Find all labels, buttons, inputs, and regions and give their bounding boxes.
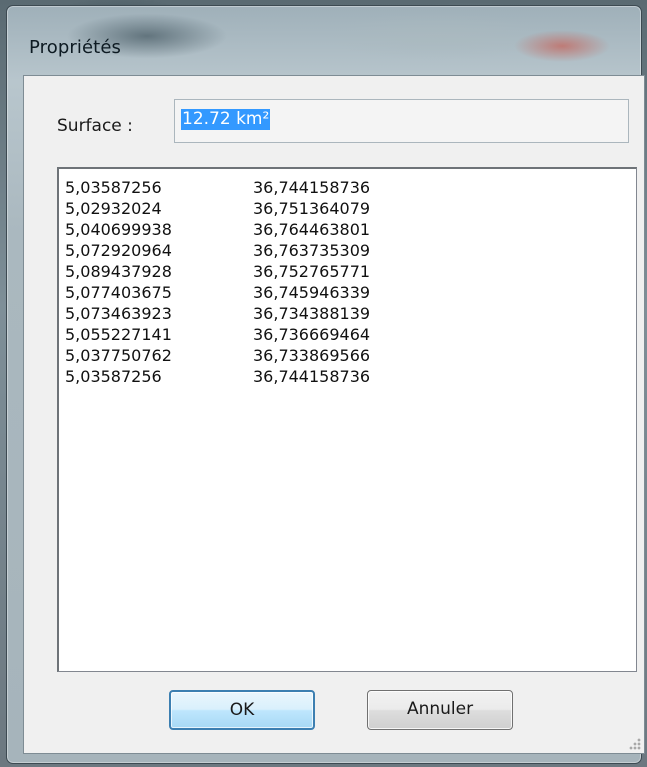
coordinate-x: 5,03587256	[65, 367, 162, 386]
coordinate-y: 36,736669464	[253, 325, 371, 344]
properties-dialog: Propriétés Surface : 12.72 km² 5,0358725…	[6, 5, 645, 764]
coordinate-row: 5,072920964 36,763735309	[65, 241, 605, 261]
coordinate-row: 5,073463923 36,734388139	[65, 304, 605, 324]
coordinate-x: 5,03587256	[65, 178, 162, 197]
surface-label: Surface :	[57, 116, 133, 136]
coordinate-y: 36,733869566	[253, 346, 371, 365]
resize-grip-icon[interactable]	[629, 738, 641, 750]
coordinate-row: 5,02932024 36,751364079	[65, 199, 605, 219]
coordinates-textarea[interactable]: 5,03587256 36,744158736 5,02932024 36,75…	[57, 167, 637, 672]
coordinate-y: 36,744158736	[253, 367, 371, 386]
coordinate-x: 5,073463923	[65, 304, 172, 323]
coordinate-x: 5,037750762	[65, 346, 172, 365]
coordinate-row: 5,055227141 36,736669464	[65, 325, 605, 345]
cancel-button[interactable]: Annuler	[367, 690, 513, 730]
coordinate-x: 5,02932024	[65, 199, 162, 218]
coordinate-y: 36,764463801	[253, 220, 371, 239]
coordinate-row: 5,040699938 36,764463801	[65, 220, 605, 240]
coordinate-row: 5,077403675 36,745946339	[65, 283, 605, 303]
coordinate-y: 36,745946339	[253, 283, 371, 302]
dialog-client-area: Surface : 12.72 km² 5,03587256 36,744158…	[23, 75, 645, 754]
coordinate-row: 5,089437928 36,752765771	[65, 262, 605, 282]
coordinate-x: 5,072920964	[65, 241, 172, 260]
coordinate-y: 36,763735309	[253, 241, 371, 260]
dialog-title: Propriétés	[29, 37, 121, 58]
coordinate-x: 5,089437928	[65, 262, 172, 281]
coordinate-row: 5,03587256 36,744158736	[65, 178, 605, 198]
coordinate-x: 5,077403675	[65, 283, 172, 302]
coordinate-y: 36,752765771	[253, 262, 371, 281]
coordinate-x: 5,055227141	[65, 325, 172, 344]
surface-field[interactable]: 12.72 km²	[174, 99, 629, 143]
coordinate-row: 5,03587256 36,744158736	[65, 367, 605, 387]
coordinate-row: 5,037750762 36,733869566	[65, 346, 605, 366]
coordinate-y: 36,751364079	[253, 199, 371, 218]
coordinate-y: 36,744158736	[253, 178, 371, 197]
surface-value-selected[interactable]: 12.72 km²	[181, 109, 271, 130]
ok-button[interactable]: OK	[169, 690, 315, 730]
coordinate-y: 36,734388139	[253, 304, 371, 323]
coordinate-x: 5,040699938	[65, 220, 172, 239]
